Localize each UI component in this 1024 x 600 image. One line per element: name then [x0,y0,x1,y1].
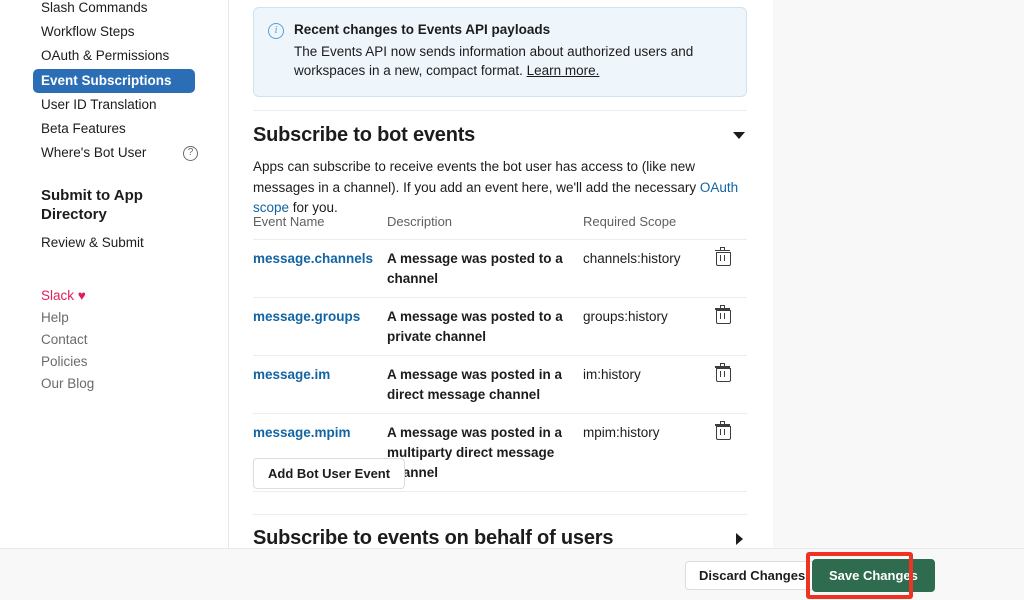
event-required-scope: mpim:history [583,425,660,441]
event-description: A message was posted to a channel [387,251,563,286]
column-header-event-name: Event Name [253,214,325,229]
sidebar-item-user-id-translation[interactable]: User ID Translation [33,93,195,117]
delete-icon[interactable] [715,363,731,383]
sidebar: Slash Commands Workflow Steps OAuth & Pe… [0,0,228,548]
footer-link-contact[interactable]: Contact [41,329,228,351]
sidebar-footer: Slack ♥ Help Contact Policies Our Blog [0,285,228,395]
page-background-right [773,0,1024,548]
event-required-scope: groups:history [583,309,668,325]
event-required-scope: im:history [583,367,641,383]
footer-link-policies[interactable]: Policies [41,351,228,373]
sidebar-item-review-submit[interactable]: Review & Submit [41,231,195,255]
event-description: A message was posted in a direct message… [387,367,563,402]
chevron-down-icon[interactable] [733,132,745,139]
learn-more-link[interactable]: Learn more. [527,63,600,78]
event-name-link[interactable]: message.groups [253,309,360,324]
delete-icon[interactable] [715,421,731,441]
add-bot-user-event-button[interactable]: Add Bot User Event [253,458,406,489]
bot-events-title: Subscribe to bot events [253,124,476,146]
info-icon: i [268,23,284,39]
sidebar-item-wheres-bot-user[interactable]: Where's Bot User ? [33,141,208,165]
event-description: A message was posted to a private channe… [387,309,563,344]
table-row: message.im A message was posted in a dir… [253,355,747,414]
section-divider-top [253,110,747,111]
sidebar-item-beta-features[interactable]: Beta Features [33,117,195,141]
table-row: message.groups A message was posted to a… [253,297,747,356]
user-events-title: Subscribe to events on behalf of users [253,527,614,549]
event-name-link[interactable]: message.mpim [253,425,351,440]
footer-link-our-blog[interactable]: Our Blog [41,373,228,395]
table-body: message.channels A message was posted to… [253,239,747,492]
table-head: Event Name Description Required Scope [253,214,747,240]
banner-text-block: Recent changes to Events API payloads Th… [294,21,746,81]
user-events-section-header[interactable]: Subscribe to events on behalf of users [253,527,747,550]
bot-events-section-header[interactable]: Subscribe to bot events [253,124,747,147]
footer-link-help[interactable]: Help [41,307,228,329]
sidebar-item-workflow-steps[interactable]: Workflow Steps [33,20,195,44]
event-name-link[interactable]: message.channels [253,251,373,266]
sidebar-heading-submit-to-app-directory: Submit to App Directory [41,187,143,224]
sidebar-item-event-subscriptions[interactable]: Event Subscriptions [33,68,195,93]
table-header-row: Event Name Description Required Scope [253,214,747,240]
column-header-actions [710,214,747,240]
help-icon[interactable]: ? [183,145,198,161]
discard-changes-button[interactable]: Discard Changes [685,561,820,590]
sidebar-divider [228,0,229,548]
banner-title: Recent changes to Events API payloads [294,22,551,37]
delete-icon[interactable] [715,305,731,325]
event-name-link[interactable]: message.im [253,367,330,382]
sidebar-item-label: Where's Bot User [41,145,147,161]
column-header-description: Description [387,214,453,229]
app-root: Slash Commands Workflow Steps OAuth & Pe… [0,0,1024,600]
bot-events-table: Event Name Description Required Scope me… [253,214,747,492]
section-divider-bottom [253,514,747,515]
column-header-required-scope: Required Scope [583,214,677,229]
banner-body-text: The Events API now sends information abo… [294,43,694,79]
events-api-info-banner: i Recent changes to Events API payloads … [253,7,747,97]
chevron-right-icon[interactable] [736,532,743,545]
event-required-scope: channels:history [583,251,681,266]
banner-body: The Events API now sends information abo… [294,42,746,81]
bot-events-description-part1: Apps can subscribe to receive events the… [253,159,700,195]
save-changes-button[interactable]: Save Changes [812,559,935,592]
table-row: message.channels A message was posted to… [253,239,747,298]
sidebar-item-oauth-permissions[interactable]: OAuth & Permissions [33,44,195,68]
footer-link-slack[interactable]: Slack ♥ [41,285,228,307]
bot-events-description: Apps can subscribe to receive events the… [253,157,747,219]
bot-events-description-part2: for you. [289,200,338,216]
delete-icon[interactable] [715,247,731,266]
sidebar-item-slash-commands[interactable]: Slash Commands [33,0,195,20]
event-description: A message was posted in a multiparty dir… [387,425,563,480]
